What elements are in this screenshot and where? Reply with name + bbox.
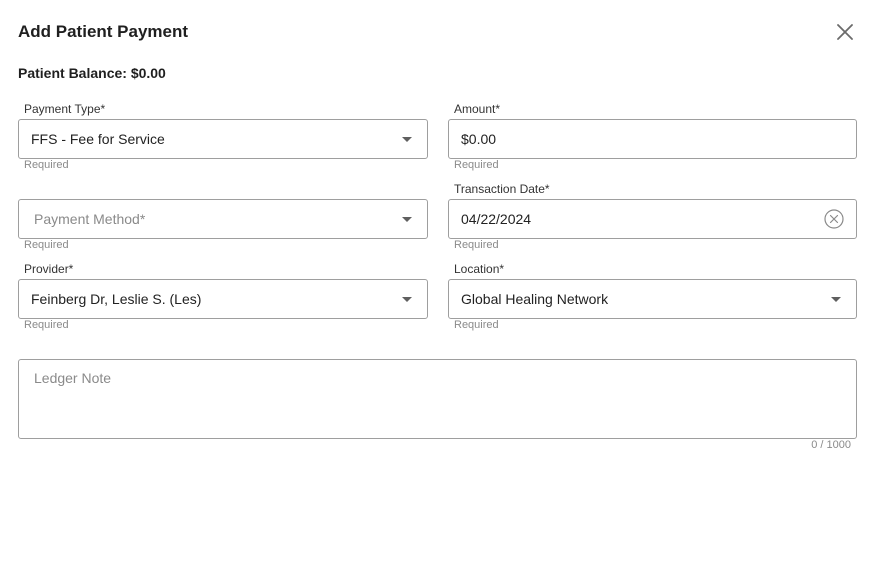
transaction-date-helper: Required — [454, 239, 499, 251]
amount-input[interactable]: $0.00 — [448, 119, 857, 159]
provider-helper: Required — [24, 319, 69, 331]
location-value: Global Healing Network — [461, 291, 609, 307]
patient-balance: Patient Balance: $0.00 — [18, 65, 166, 81]
location-helper: Required — [454, 319, 499, 331]
transaction-date-label: Transaction Date* — [454, 182, 550, 196]
provider-select[interactable]: Feinberg Dr, Leslie S. (Les) — [18, 279, 428, 319]
payment-type-helper: Required — [24, 159, 69, 171]
location-label: Location* — [454, 262, 505, 276]
payment-method-helper: Required — [24, 239, 69, 251]
chevron-down-icon — [387, 280, 427, 318]
ledger-note-counter: 0 / 1000 — [811, 439, 851, 451]
payment-type-label: Payment Type* — [24, 102, 106, 116]
transaction-date-input[interactable]: 04/22/2024 — [448, 199, 857, 239]
chevron-down-icon — [387, 200, 427, 238]
close-icon — [837, 24, 853, 40]
amount-helper: Required — [454, 159, 499, 171]
provider-value: Feinberg Dr, Leslie S. (Les) — [31, 291, 202, 307]
payment-method-select[interactable]: Payment Method* — [18, 199, 428, 239]
provider-label: Provider* — [24, 262, 74, 276]
amount-label: Amount* — [454, 102, 501, 116]
location-select[interactable]: Global Healing Network — [448, 279, 857, 319]
dialog-title: Add Patient Payment — [18, 22, 189, 41]
clear-circle-icon[interactable] — [824, 209, 844, 229]
chevron-down-icon — [816, 280, 856, 318]
payment-type-select[interactable]: FFS - Fee for Service — [18, 119, 428, 159]
transaction-date-value: 04/22/2024 — [461, 211, 532, 227]
ledger-note-textarea[interactable]: Ledger Note — [18, 359, 857, 439]
ledger-note-placeholder: Ledger Note — [34, 370, 112, 386]
chevron-down-icon — [387, 120, 427, 158]
amount-value: $0.00 — [461, 131, 497, 147]
payment-method-placeholder: Payment Method* — [34, 211, 146, 227]
payment-type-value: FFS - Fee for Service — [31, 131, 165, 147]
close-button[interactable] — [834, 21, 856, 43]
